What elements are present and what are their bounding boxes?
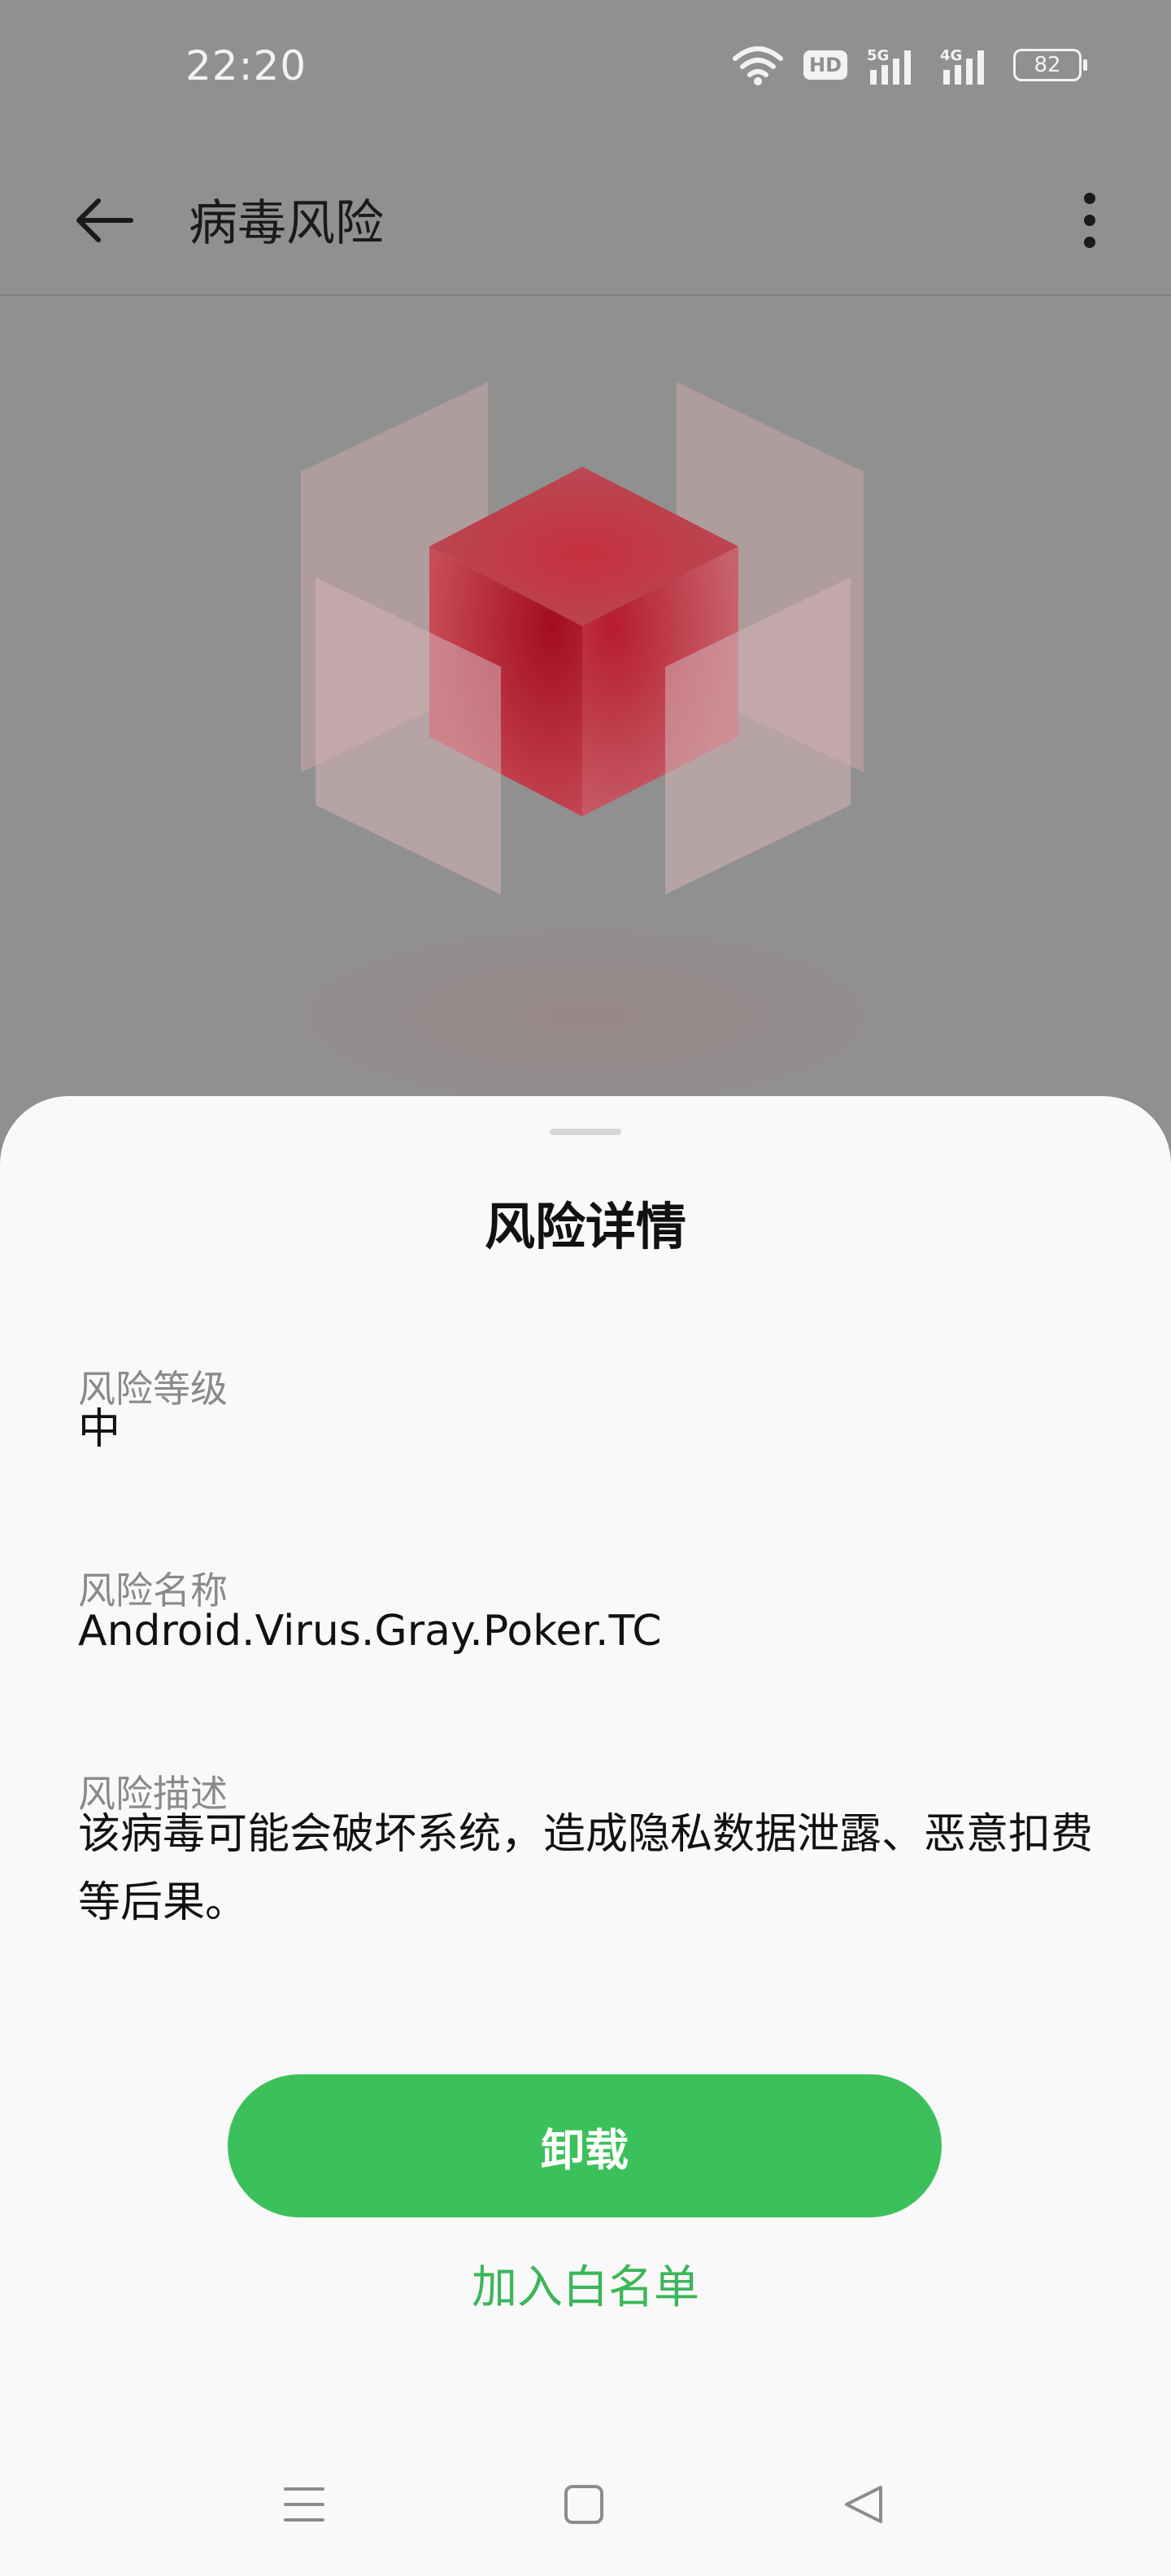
battery-icon: 82 (1013, 49, 1087, 81)
more-options-button[interactable] (1049, 176, 1130, 265)
menu-button[interactable] (255, 2456, 353, 2553)
wifi-icon (732, 44, 784, 86)
hd-voice-icon: HD (803, 50, 847, 80)
risk-level-value: 中 (78, 1405, 121, 1454)
risk-details-sheet: 风险详情 风险等级 中 风险名称 Android.Virus.Gray.Poke… (0, 1096, 1171, 2576)
menu-icon (284, 2487, 324, 2522)
back-nav-button[interactable] (815, 2456, 912, 2553)
more-vertical-icon (1084, 193, 1095, 248)
5g-signal-icon: 5G (867, 46, 921, 85)
navigation-bar (0, 2439, 1171, 2576)
svg-text:4G: 4G (940, 47, 962, 64)
home-button[interactable] (535, 2456, 633, 2553)
sheet-title: 风险详情 (484, 1197, 686, 1256)
risk-description-value: 该病毒可能会破坏系统，造成隐私数据泄露、恶意扣费等后果。 (78, 1810, 1094, 1927)
uninstall-button[interactable]: 卸载 (228, 2074, 942, 2217)
add-to-whitelist-button[interactable]: 加入白名单 (0, 2251, 1171, 2317)
drag-handle[interactable] (550, 1129, 621, 1135)
status-bar: 22:20 HD 5G 4G 82 (0, 0, 1171, 130)
home-icon (564, 2485, 603, 2524)
4g-signal-icon: 4G (940, 46, 994, 85)
svg-text:5G: 5G (867, 47, 889, 64)
virus-cube-illustration (260, 358, 911, 927)
back-triangle-icon (845, 2486, 882, 2523)
arrow-left-icon (76, 198, 133, 242)
back-button[interactable] (59, 176, 148, 265)
status-icons: HD 5G 4G 82 (732, 42, 1087, 88)
risk-name-value: Android.Virus.Gray.Poker.TC (78, 1607, 662, 1656)
page-title: 病毒风险 (189, 195, 384, 252)
hero-shadow (244, 911, 927, 1122)
status-time: 22:20 (185, 42, 307, 89)
app-bar: 病毒风险 (0, 130, 1171, 296)
